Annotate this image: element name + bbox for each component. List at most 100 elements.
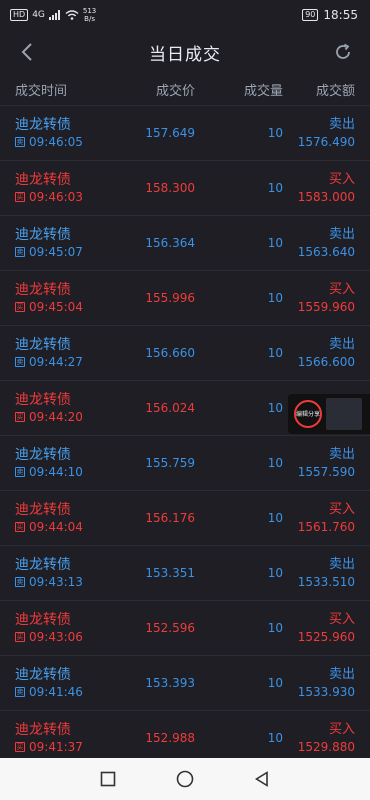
- trade-side-cell: 卖出 1533.510: [283, 556, 355, 590]
- trade-qty: 10: [267, 346, 283, 360]
- trade-name-cell: 迪龙转债卖 09:43:13: [15, 556, 125, 590]
- bond-name: 迪龙转债: [15, 392, 71, 408]
- table-row[interactable]: 迪龙转债卖 09:44:27 156.660 10 卖出 1566.600: [0, 326, 370, 381]
- table-row[interactable]: 迪龙转债买 09:45:04 155.996 10 买入 1559.960: [0, 271, 370, 326]
- trade-price: 158.300: [145, 181, 195, 195]
- refresh-button[interactable]: [328, 37, 358, 67]
- system-back-button[interactable]: [250, 767, 274, 791]
- bond-name: 迪龙转债: [15, 117, 71, 133]
- trade-direction: 卖出: [328, 227, 355, 242]
- circle-home-icon: [176, 770, 194, 788]
- trade-price: 156.364: [145, 236, 195, 250]
- table-row[interactable]: 迪龙转债卖 09:43:13 153.351 10 卖出 1533.510: [0, 546, 370, 601]
- trade-time-line: 买 09:41:37: [15, 739, 125, 755]
- trade-side-cell: 买入 1583.000: [283, 171, 355, 205]
- page-title: 当日成交: [149, 44, 221, 65]
- bond-name: 迪龙转债: [15, 282, 71, 298]
- trade-price: 152.596: [145, 621, 195, 635]
- trade-qty: 10: [267, 291, 283, 305]
- trade-time: 09:46:05: [29, 135, 83, 149]
- status-left: HD 4G 513 B/s: [10, 7, 96, 23]
- table-row[interactable]: 迪龙转债买 09:46:03 158.300 10 买入 1583.000: [0, 161, 370, 216]
- share-floater[interactable]: 编辑分享: [288, 394, 370, 434]
- bond-name: 迪龙转债: [15, 337, 71, 353]
- trade-list[interactable]: 迪龙转债卖 09:46:05 157.649 10 卖出 1576.490 迪龙转债买 09:…: [0, 106, 370, 766]
- trade-direction: 卖出: [328, 557, 355, 572]
- table-row[interactable]: 迪龙转债卖 09:46:05 157.649 10 卖出 1576.490: [0, 106, 370, 161]
- trade-amount: 1529.880: [297, 740, 355, 754]
- col-time: 成交时间: [15, 84, 68, 99]
- trade-name-cell: 迪龙转债买 09:44:20: [15, 391, 125, 425]
- trade-time: 09:41:37: [29, 740, 83, 754]
- trade-time-line: 卖 09:45:07: [15, 244, 125, 260]
- trade-price: 155.996: [145, 291, 195, 305]
- status-bar: HD 4G 513 B/s 90 18:55: [0, 0, 370, 30]
- net-speed-unit: B/s: [84, 15, 95, 23]
- trade-side-cell: 卖出 1557.590: [283, 446, 355, 480]
- table-row[interactable]: 迪龙转债卖 09:45:07 156.364 10 卖出 1563.640: [0, 216, 370, 271]
- trade-time-line: 买 09:44:04: [15, 519, 125, 535]
- triangle-back-icon: [254, 771, 268, 787]
- table-row[interactable]: 迪龙转债买 09:43:06 152.596 10 买入 1525.960: [0, 601, 370, 656]
- trade-price: 156.024: [145, 401, 195, 415]
- bond-name: 迪龙转债: [15, 502, 71, 518]
- bond-name: 迪龙转债: [15, 612, 71, 628]
- trade-side-cell: 买入 1559.960: [283, 281, 355, 315]
- trade-price: 152.988: [145, 731, 195, 745]
- trade-time-line: 买 09:43:06: [15, 629, 125, 645]
- trade-qty: 10: [267, 621, 283, 635]
- side-tag-icon: 卖: [15, 137, 25, 147]
- side-tag-icon: 卖: [15, 467, 25, 477]
- trade-direction: 卖出: [328, 337, 355, 352]
- trade-direction: 买入: [328, 172, 355, 187]
- trade-name-cell: 迪龙转债卖 09:44:27: [15, 336, 125, 370]
- trade-direction: 卖出: [328, 117, 355, 132]
- trade-amount: 1559.960: [297, 300, 355, 314]
- side-tag-icon: 卖: [15, 687, 25, 697]
- table-row[interactable]: 迪龙转债买 09:44:04 156.176 10 买入 1561.760: [0, 491, 370, 546]
- trade-qty: 10: [267, 731, 283, 745]
- bond-name: 迪龙转债: [15, 447, 71, 463]
- trade-name-cell: 迪龙转债买 09:46:03: [15, 171, 125, 205]
- side-tag-icon: 买: [15, 302, 25, 312]
- trade-qty: 10: [267, 566, 283, 580]
- net-speed: 513 B/s: [83, 7, 96, 23]
- col-price: 成交价: [155, 84, 195, 99]
- trade-amount: 1525.960: [297, 630, 355, 644]
- recents-button[interactable]: [96, 767, 120, 791]
- home-button[interactable]: [173, 767, 197, 791]
- trade-time: 09:43:06: [29, 630, 83, 644]
- header-bar: 当日成交: [0, 30, 370, 74]
- trade-amount: 1561.760: [297, 520, 355, 534]
- trade-side-cell: 卖出 1533.930: [283, 666, 355, 700]
- trade-side-cell: 买入 1529.880: [283, 721, 355, 755]
- table-row[interactable]: 迪龙转债卖 09:44:10 155.759 10 卖出 1557.590: [0, 436, 370, 491]
- trade-direction: 买入: [328, 282, 355, 297]
- trade-amount: 1533.510: [297, 575, 355, 589]
- bond-name: 迪龙转债: [15, 667, 71, 683]
- trade-time: 09:44:04: [29, 520, 83, 534]
- trade-amount: 1566.600: [297, 355, 355, 369]
- trade-direction: 买入: [328, 612, 355, 627]
- back-button[interactable]: [12, 37, 42, 67]
- screenshot-thumbnail: [326, 398, 362, 430]
- side-tag-icon: 卖: [15, 577, 25, 587]
- trade-qty: 10: [267, 181, 283, 195]
- trade-name-cell: 迪龙转债卖 09:46:05: [15, 116, 125, 150]
- trade-name-cell: 迪龙转债卖 09:45:07: [15, 226, 125, 260]
- trade-price: 153.351: [145, 566, 195, 580]
- trade-time-line: 卖 09:41:46: [15, 684, 125, 700]
- trade-price: 156.660: [145, 346, 195, 360]
- side-tag-icon: 买: [15, 742, 25, 752]
- trade-side-cell: 买入 1525.960: [283, 611, 355, 645]
- table-row[interactable]: 迪龙转债卖 09:41:46 153.393 10 卖出 1533.930: [0, 656, 370, 711]
- trade-time: 09:44:10: [29, 465, 83, 479]
- trade-side-cell: 卖出 1566.600: [283, 336, 355, 370]
- trade-direction: 卖出: [328, 447, 355, 462]
- bond-name: 迪龙转债: [15, 227, 71, 243]
- hd-badge: HD: [10, 9, 29, 21]
- trade-name-cell: 迪龙转债买 09:45:04: [15, 281, 125, 315]
- trade-time-line: 买 09:46:03: [15, 189, 125, 205]
- trade-name-cell: 迪龙转债买 09:41:37: [15, 721, 125, 755]
- signal-icon: [48, 10, 60, 20]
